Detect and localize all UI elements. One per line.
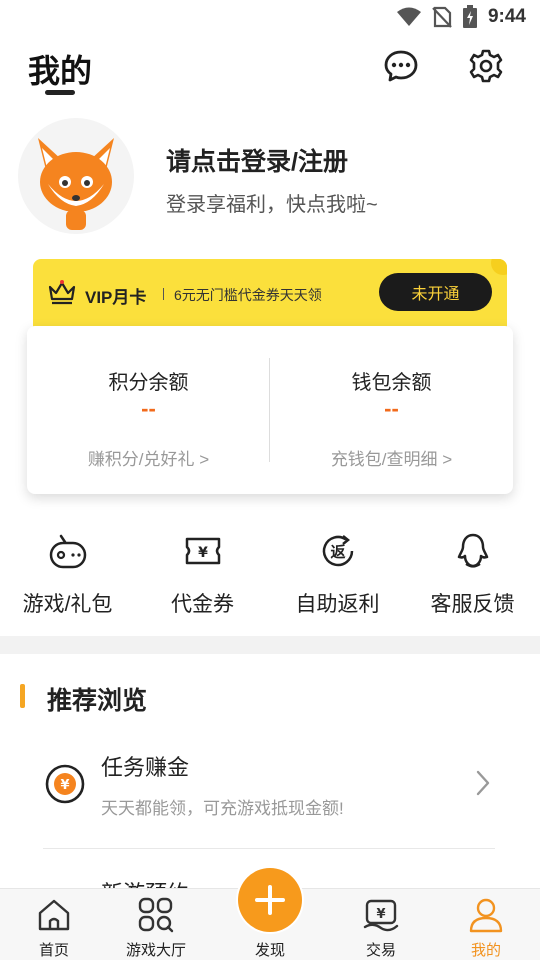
shortcut-label: 代金券 xyxy=(171,593,234,616)
login-register-link[interactable]: 请点击登录/注册 xyxy=(166,142,348,178)
game-hall-icon xyxy=(138,897,174,933)
list-item-task-earn[interactable]: ¥ 任务赚金 天天都能领，可充游戏抵现金额! xyxy=(0,742,540,846)
vip-description: 6元无门槛代金券天天领 xyxy=(174,287,322,303)
shortcut-rebate[interactable]: 返 自助返利 xyxy=(270,526,405,626)
battery-icon xyxy=(462,5,477,28)
plus-icon xyxy=(255,885,285,915)
balance-card: 积分余额 -- 赚积分/兑好礼 > 钱包余额 -- 充钱包/查明细 > xyxy=(27,326,513,494)
tab-game-hall[interactable]: 游戏大厅 xyxy=(102,889,210,960)
login-subtitle: 登录享福利，快点我啦~ xyxy=(166,194,378,216)
fox-mascot-icon xyxy=(38,138,114,230)
section-title: 推荐浏览 xyxy=(47,687,148,715)
tab-label: 我的 xyxy=(470,942,501,959)
vip-banner[interactable]: VIP月卡 6元无门槛代金券天天领 未开通 xyxy=(33,259,507,329)
message-icon xyxy=(384,50,418,82)
points-balance[interactable]: 积分余额 -- 赚积分/兑好礼 > xyxy=(27,326,270,494)
points-link[interactable]: 赚积分/兑好礼 > xyxy=(27,445,270,470)
wifi-icon xyxy=(396,7,421,26)
coin-icon: ¥ xyxy=(45,764,85,804)
page-header: 我的 xyxy=(0,36,540,108)
settings-button[interactable] xyxy=(468,48,504,84)
list-divider xyxy=(43,848,495,849)
vip-activate-button[interactable]: 未开通 xyxy=(379,273,492,311)
points-value: -- xyxy=(141,396,156,421)
wallet-link[interactable]: 充钱包/查明细 > xyxy=(270,445,513,470)
recommend-section: 推荐浏览 ¥ 任务赚金 天天都能领，可充游戏抵现金额! 新游预约 xyxy=(0,654,540,906)
list-item-desc: 天天都能领，可充游戏抵现金额! xyxy=(101,799,344,818)
page-title: 我的 xyxy=(28,53,93,89)
status-icons: 9:44 xyxy=(396,5,526,29)
list-item-title: 任务赚金 xyxy=(101,755,190,780)
shortcut-games-gifts[interactable]: 游戏/礼包 xyxy=(0,526,135,626)
svg-text:¥: ¥ xyxy=(60,778,69,793)
tab-label: 游戏大厅 xyxy=(125,942,186,959)
wallet-balance[interactable]: 钱包余额 -- 充钱包/查明细 > xyxy=(270,326,513,494)
status-time: 9:44 xyxy=(487,6,526,27)
svg-text:¥: ¥ xyxy=(376,907,385,922)
wallet-value: -- xyxy=(384,396,399,421)
points-label: 积分余额 xyxy=(108,372,189,394)
no-sim-icon xyxy=(432,6,452,28)
trade-icon: ¥ xyxy=(363,899,399,932)
customer-service-icon xyxy=(457,533,488,568)
svg-text:¥: ¥ xyxy=(198,545,208,561)
shortcut-label: 游戏/礼包 xyxy=(22,593,113,616)
tab-label: 发现 xyxy=(254,942,285,959)
gear-icon xyxy=(469,49,503,83)
tab-label: 交易 xyxy=(365,942,396,959)
shortcut-vouchers[interactable]: ¥ 代金券 xyxy=(135,526,270,626)
shortcut-grid: 游戏/礼包 ¥ 代金券 返 自助返利 客服反馈 xyxy=(0,526,540,626)
profile-page: 我的 请点击登录/注册 登录享福利，快点我啦~ VIP月卡 6元无门槛代金券天天… xyxy=(0,36,540,636)
title-underline xyxy=(45,90,75,95)
chevron-right-icon xyxy=(476,770,490,796)
profile-card[interactable]: 请点击登录/注册 登录享福利，快点我啦~ xyxy=(0,116,540,236)
tab-home[interactable]: 首页 xyxy=(0,889,108,960)
discover-fab-button[interactable] xyxy=(238,868,302,932)
avatar[interactable] xyxy=(18,118,134,234)
status-bar: 9:44 xyxy=(0,0,540,36)
section-title-bar xyxy=(20,684,25,708)
vip-title: VIP月卡 xyxy=(85,288,147,307)
vip-decoration-dot xyxy=(491,259,507,275)
shortcut-label: 自助返利 xyxy=(295,593,380,616)
user-icon xyxy=(469,898,503,933)
message-button[interactable] xyxy=(383,48,419,84)
home-icon xyxy=(38,899,70,931)
svg-text:返: 返 xyxy=(330,543,345,561)
tab-mine[interactable]: 我的 xyxy=(432,889,540,960)
shortcut-label: 客服反馈 xyxy=(430,593,515,616)
wallet-label: 钱包余额 xyxy=(351,372,432,394)
rebate-icon: 返 xyxy=(322,535,353,567)
tab-label: 首页 xyxy=(38,942,69,959)
crown-icon xyxy=(48,280,76,305)
tab-trade[interactable]: ¥ 交易 xyxy=(327,889,435,960)
shortcut-customer-service[interactable]: 客服反馈 xyxy=(405,526,540,626)
voucher-icon: ¥ xyxy=(185,537,220,565)
vip-separator xyxy=(163,288,164,300)
gamepad-icon xyxy=(49,534,86,569)
